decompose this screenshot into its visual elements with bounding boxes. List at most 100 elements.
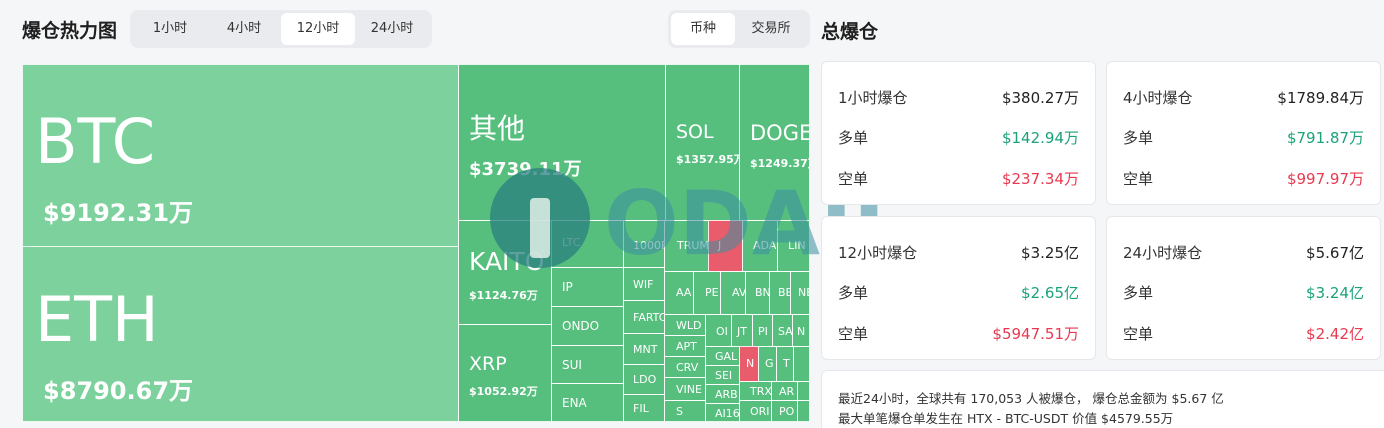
heatmap-tile-orca[interactable]: ORI bbox=[739, 400, 772, 422]
heatmap-tile-bn[interactable]: BN bbox=[745, 271, 770, 315]
heatmap-tile-kaito[interactable]: KAITO $1124.76万 bbox=[458, 220, 552, 325]
heatmap-tile-ena[interactable]: ENA bbox=[551, 383, 624, 422]
heatmap-tile-misc-3[interactable] bbox=[797, 400, 809, 422]
heatmap-tile-ldo[interactable]: LDO bbox=[623, 364, 665, 395]
heatmap-tile-doge[interactable]: DOGE $1249.37万 bbox=[739, 64, 809, 221]
tile-name: ARB bbox=[715, 388, 738, 401]
heatmap-tile-ne[interactable]: NE bbox=[790, 271, 809, 315]
heatmap-tile-btc[interactable]: BTC $9192.31万 bbox=[22, 64, 459, 247]
long-value: $791.87万 bbox=[1286, 129, 1364, 147]
tile-name: CRV bbox=[676, 361, 699, 374]
tab-4h[interactable]: 4小时 bbox=[207, 13, 281, 45]
heatmap-tile-ip[interactable]: IP bbox=[551, 267, 624, 307]
heatmap-tile-sol[interactable]: SOL $1357.95万 bbox=[665, 64, 740, 221]
tile-name: AV bbox=[732, 286, 746, 299]
heatmap-tile-mnt[interactable]: MNT bbox=[623, 333, 665, 365]
heatmap-tile-sui[interactable]: SUI bbox=[551, 345, 624, 384]
heatmap-tile-misc-1[interactable] bbox=[793, 346, 809, 382]
short-label: 空单 bbox=[838, 170, 869, 188]
heatmap-tile-ondo[interactable]: ONDO bbox=[551, 306, 624, 346]
heatmap-tile-wif[interactable]: WIF bbox=[623, 267, 665, 301]
heatmap-tile-fartcoin[interactable]: FARTC bbox=[623, 300, 665, 334]
tab-12h[interactable]: 12小时 bbox=[281, 13, 355, 45]
liquidation-card-1h: 1小时爆仓 $380.27万 多单 $142.94万 空单 $237.34万 bbox=[821, 61, 1096, 205]
tile-name: J bbox=[718, 239, 722, 252]
card-label: 1小时爆仓 bbox=[838, 89, 908, 107]
heatmap-tile-ai16z[interactable]: AI16 bbox=[705, 403, 740, 422]
tile-name: AI16 bbox=[715, 407, 740, 420]
heatmap-tile-ar[interactable]: AR bbox=[771, 381, 798, 401]
heatmap-tile-jto[interactable]: JT bbox=[731, 314, 753, 347]
heatmap-tile-trump[interactable]: TRUM bbox=[664, 220, 709, 272]
heatmap-tile-op[interactable]: OI bbox=[705, 314, 732, 347]
tile-name: S bbox=[676, 405, 683, 418]
short-value: $237.34万 bbox=[1001, 170, 1079, 188]
long-value: $2.65亿 bbox=[1021, 284, 1079, 302]
heatmap-tile-pe[interactable]: PE bbox=[693, 271, 721, 315]
tile-name: ONDO bbox=[562, 319, 600, 333]
heatmap-tile-sa[interactable]: SA bbox=[772, 314, 793, 347]
tile-name: AA bbox=[676, 286, 692, 299]
heatmap-tile-g[interactable]: G bbox=[758, 346, 777, 382]
tile-name: SUI bbox=[562, 358, 582, 372]
tile-name: TRUM bbox=[677, 239, 709, 252]
tab-by-exchange[interactable]: 交易所 bbox=[735, 13, 807, 45]
long-label: 多单 bbox=[1123, 129, 1154, 147]
liquidation-card-4h: 4小时爆仓 $1789.84万 多单 $791.87万 空单 $997.97万 bbox=[1106, 61, 1381, 205]
tile-name: NE bbox=[798, 286, 809, 299]
heatmap-tile-gala[interactable]: GAL bbox=[705, 346, 740, 366]
long-value: $3.24亿 bbox=[1306, 284, 1364, 302]
heatmap-tile-other[interactable]: 其他 $3739.11万 bbox=[458, 64, 666, 221]
heatmap-tile-xrp[interactable]: XRP $1052.92万 bbox=[458, 324, 552, 422]
heatmap-tile-j[interactable]: J bbox=[708, 220, 743, 272]
tile-name: KAITO bbox=[469, 247, 545, 276]
heatmap-tile-n[interactable]: N bbox=[792, 314, 809, 347]
tab-24h[interactable]: 24小时 bbox=[355, 13, 429, 45]
heatmap-tile-link[interactable]: LIN bbox=[777, 220, 809, 272]
heatmap-tile-ada[interactable]: ADA bbox=[742, 220, 778, 272]
heatmap-tile-crv[interactable]: CRV bbox=[664, 356, 706, 378]
heatmap-tile-aa[interactable]: AA bbox=[664, 271, 694, 315]
heatmap-tile-apt[interactable]: APT bbox=[664, 335, 706, 357]
tile-name: JT bbox=[737, 325, 747, 338]
heatmap-tile-1000pepe[interactable]: 1000P bbox=[623, 220, 665, 268]
tile-name: WLD bbox=[676, 319, 702, 332]
tile-name: BN bbox=[755, 286, 770, 299]
tile-name: PO bbox=[779, 405, 795, 418]
heatmap-tile-av[interactable]: AV bbox=[720, 271, 746, 315]
heatmap-tile-be[interactable]: BE bbox=[769, 271, 791, 315]
short-label: 空单 bbox=[1123, 325, 1154, 343]
heatmap-tile-eth[interactable]: ETH $8790.67万 bbox=[22, 246, 459, 422]
heatmap-tile-trx[interactable]: TRX bbox=[739, 381, 772, 401]
short-value: $5947.51万 bbox=[992, 325, 1079, 343]
tile-name: SEI bbox=[715, 369, 733, 382]
card-total: $5.67亿 bbox=[1306, 244, 1364, 262]
heatmap-tile-ltc[interactable]: LTC bbox=[551, 220, 624, 268]
tile-name: OI bbox=[716, 325, 728, 338]
heatmap-tile-s[interactable]: S bbox=[664, 400, 706, 422]
long-value: $142.94万 bbox=[1001, 129, 1079, 147]
heatmap-tile-t[interactable]: T bbox=[776, 346, 794, 382]
card-total: $380.27万 bbox=[1001, 89, 1079, 107]
heatmap-tile-red-n[interactable]: N bbox=[739, 346, 759, 382]
tile-value: $1124.76万 bbox=[469, 289, 538, 302]
heatmap-tile-pi[interactable]: PI bbox=[752, 314, 773, 347]
tile-value: $9192.31万 bbox=[43, 199, 194, 227]
heatmap-tile-vine[interactable]: VINE bbox=[664, 377, 706, 401]
heatmap-tile-wld[interactable]: WLD bbox=[664, 314, 706, 336]
tile-name: SA bbox=[778, 325, 793, 338]
tile-value: $1249.37万 bbox=[750, 157, 809, 170]
heatmap-tile-arb[interactable]: ARB bbox=[705, 384, 740, 404]
tile-name: T bbox=[783, 357, 790, 370]
tab-by-coin[interactable]: 币种 bbox=[671, 13, 735, 45]
liquidation-summary-note: 最近24小时，全球共有 170,053 人被爆仓， 爆仓总金额为 $5.67 亿… bbox=[821, 370, 1384, 428]
tile-name: DOGE bbox=[750, 121, 809, 145]
heatmap-tile-sei[interactable]: SEI bbox=[705, 365, 740, 385]
heatmap-tile-fil[interactable]: FIL bbox=[623, 394, 665, 422]
liquidation-card-24h: 24小时爆仓 $5.67亿 多单 $3.24亿 空单 $2.42亿 bbox=[1106, 216, 1381, 360]
tile-name: IP bbox=[562, 280, 573, 294]
tab-1h[interactable]: 1小时 bbox=[133, 13, 207, 45]
heatmap-tile-misc-2[interactable] bbox=[797, 381, 809, 401]
heatmap-tile-pol[interactable]: PO bbox=[771, 400, 798, 422]
long-label: 多单 bbox=[838, 284, 869, 302]
